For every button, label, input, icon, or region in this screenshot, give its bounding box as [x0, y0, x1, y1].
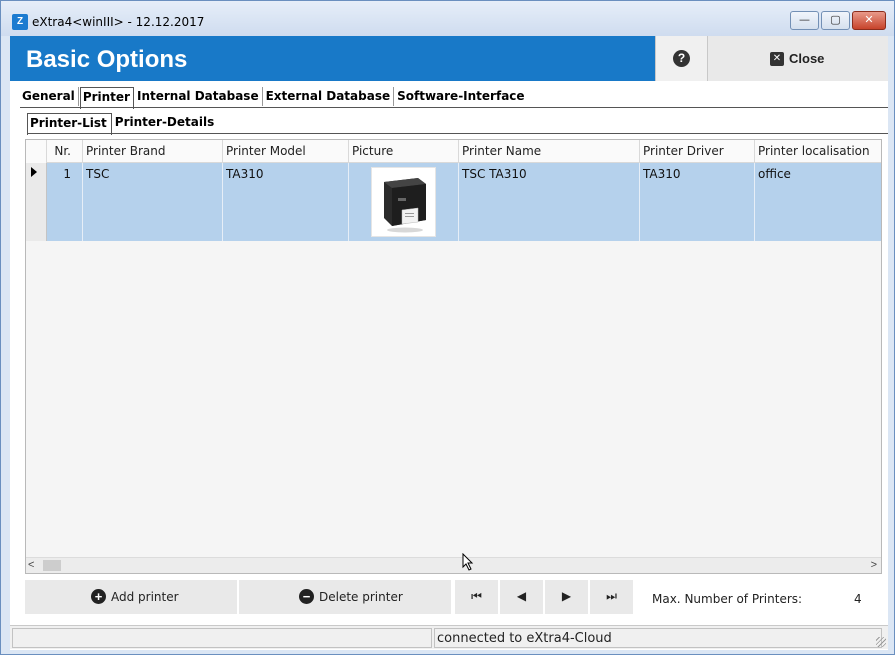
- app-icon: Z: [12, 14, 28, 30]
- main-content: Basic Options ? ✕ Close General Printer …: [10, 36, 888, 650]
- resize-grip-icon[interactable]: [876, 637, 886, 647]
- status-bar: connected to eXtra4-Cloud: [10, 625, 888, 649]
- tab-divider: [20, 107, 888, 108]
- max-printers-value: 4: [854, 592, 862, 606]
- tab-software-interface[interactable]: Software-Interface: [395, 87, 527, 106]
- minus-circle-icon: −: [299, 589, 314, 604]
- cell-nr[interactable]: 1: [47, 163, 83, 241]
- tab-internal-database[interactable]: Internal Database: [135, 87, 263, 106]
- table-row[interactable]: 1 TSC TA310 TSC TA310 TA310 office: [26, 163, 881, 241]
- grid-empty-area: [26, 241, 881, 559]
- window-controls: — ▢ ✕: [788, 11, 886, 30]
- mouse-cursor-icon: [462, 553, 474, 571]
- row-indicator-header: [26, 140, 47, 163]
- tab-printer-details[interactable]: Printer-Details: [113, 113, 218, 132]
- sub-tabs: Printer-List Printer-Details: [27, 113, 219, 135]
- app-window: Z eXtra4<winIII> - 12.12.2017 — ▢ ✕ Basi…: [0, 0, 895, 655]
- delete-printer-label: Delete printer: [319, 590, 403, 604]
- scroll-thumb[interactable]: [43, 560, 61, 571]
- skip-first-icon: ⏮: [471, 589, 482, 603]
- scroll-right-icon[interactable]: >: [871, 559, 877, 571]
- main-tabs: General Printer Internal Database Extern…: [20, 87, 529, 109]
- plus-circle-icon: +: [91, 589, 106, 604]
- grid-header: Nr. Printer Brand Printer Model Picture …: [26, 140, 881, 163]
- printer-image: [371, 167, 436, 237]
- maximize-icon: ▢: [830, 13, 841, 26]
- cell-printer-name[interactable]: TSC TA310: [459, 163, 640, 241]
- help-icon: ?: [673, 50, 690, 67]
- row-indicator[interactable]: [26, 163, 47, 241]
- scroll-left-icon[interactable]: <: [28, 559, 34, 571]
- last-record-button[interactable]: ⏭: [590, 580, 633, 614]
- close-button[interactable]: ✕ Close: [707, 36, 888, 81]
- cell-localisation[interactable]: office: [755, 163, 881, 241]
- printer-grid[interactable]: Nr. Printer Brand Printer Model Picture …: [25, 139, 882, 574]
- status-panel-left: [12, 628, 432, 648]
- title-bar[interactable]: Z eXtra4<winIII> - 12.12.2017 — ▢ ✕: [1, 1, 894, 36]
- next-record-button[interactable]: ▶: [545, 580, 588, 614]
- previous-icon: ◀: [516, 589, 527, 603]
- column-header-name[interactable]: Printer Name: [459, 140, 640, 163]
- grid-toolbar: + Add printer − Delete printer ⏮ ◀ ▶ ⏭ M…: [25, 580, 882, 614]
- column-header-localisation[interactable]: Printer localisation: [755, 140, 881, 163]
- horizontal-scrollbar[interactable]: < >: [26, 557, 881, 573]
- cell-model[interactable]: TA310: [223, 163, 349, 241]
- tab-external-database[interactable]: External Database: [264, 87, 395, 106]
- skip-last-icon: ⏭: [606, 589, 617, 603]
- tab-printer[interactable]: Printer: [79, 87, 134, 109]
- close-icon: ✕: [864, 13, 874, 26]
- tab-general[interactable]: General: [20, 87, 79, 106]
- next-icon: ▶: [561, 589, 572, 603]
- window-title: eXtra4<winIII> - 12.12.2017: [32, 15, 205, 29]
- current-row-arrow-icon: [31, 167, 37, 177]
- minimize-button[interactable]: —: [790, 11, 819, 30]
- page-header: Basic Options ? ✕ Close: [10, 36, 888, 81]
- column-header-driver[interactable]: Printer Driver: [640, 140, 755, 163]
- column-header-picture[interactable]: Picture: [349, 140, 459, 163]
- add-printer-button[interactable]: + Add printer: [25, 580, 237, 614]
- connection-status: connected to eXtra4-Cloud: [434, 628, 882, 648]
- column-header-brand[interactable]: Printer Brand: [83, 140, 223, 163]
- sub-tab-divider: [27, 133, 888, 134]
- cell-picture[interactable]: [349, 163, 459, 241]
- page-title: Basic Options: [26, 46, 188, 73]
- max-printers-label: Max. Number of Printers:: [652, 592, 803, 606]
- minimize-icon: —: [799, 13, 810, 26]
- column-header-model[interactable]: Printer Model: [223, 140, 349, 163]
- delete-printer-button[interactable]: − Delete printer: [239, 580, 451, 614]
- cell-driver[interactable]: TA310: [640, 163, 755, 241]
- window-close-button[interactable]: ✕: [852, 11, 886, 30]
- first-record-button[interactable]: ⏮: [455, 580, 498, 614]
- column-header-nr[interactable]: Nr.: [47, 140, 83, 163]
- help-button[interactable]: ?: [655, 36, 707, 81]
- previous-record-button[interactable]: ◀: [500, 580, 543, 614]
- cell-brand[interactable]: TSC: [83, 163, 223, 241]
- tab-printer-list[interactable]: Printer-List: [27, 113, 112, 135]
- add-printer-label: Add printer: [111, 590, 179, 604]
- close-box-icon: ✕: [770, 52, 784, 66]
- close-button-label: Close: [789, 51, 825, 66]
- maximize-button[interactable]: ▢: [821, 11, 850, 30]
